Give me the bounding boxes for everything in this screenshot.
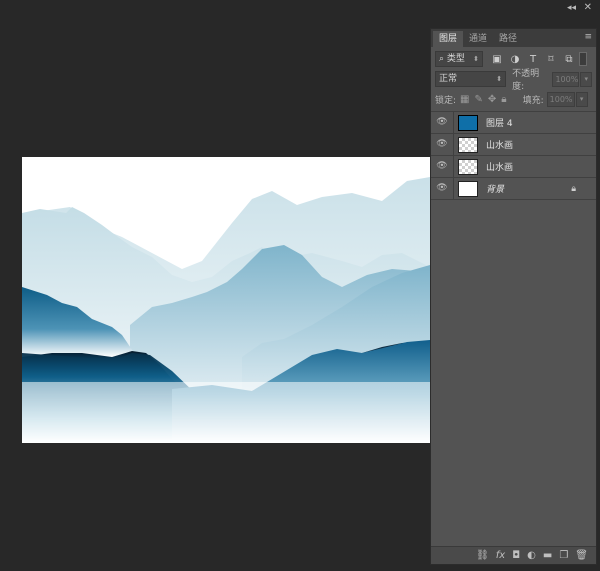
- collapse-panel-icon[interactable]: ◂◂: [567, 3, 576, 13]
- image-filter-icon[interactable]: ▣: [491, 54, 503, 65]
- lock-transparent-icon[interactable]: ▦: [460, 94, 469, 105]
- layer-name: 山水画: [486, 141, 514, 151]
- adjustment-icon[interactable]: ◐: [527, 550, 536, 561]
- layer-thumbnail: [458, 158, 478, 175]
- blend-mode-value: 正常: [439, 74, 458, 84]
- lock-row: 锁定: ▦ ✎ ✥ 🔒︎ 填充: 100% ▾: [431, 89, 596, 109]
- visibility-eye-icon[interactable]: 👁︎: [431, 156, 454, 177]
- tab-paths[interactable]: 路径: [493, 31, 523, 47]
- lock-all-icon[interactable]: 🔒︎: [501, 94, 506, 105]
- mask-icon[interactable]: ◘: [512, 550, 520, 561]
- fill-label: 填充:: [522, 95, 544, 106]
- layer-name: 山水画: [486, 163, 514, 173]
- layer-name: 图层 4: [486, 119, 513, 129]
- layer-row[interactable]: 👁︎ 山水画: [431, 155, 596, 177]
- group-folder-icon[interactable]: ▬: [543, 550, 552, 561]
- adjustment-filter-icon[interactable]: ◑: [509, 54, 521, 65]
- layer-thumbnail: [458, 180, 478, 197]
- panel-tabs: 图层 通道 路径 ≡: [431, 29, 596, 47]
- fill-slider-button[interactable]: ▾: [575, 91, 588, 107]
- new-layer-icon[interactable]: ❐: [559, 550, 568, 561]
- panel-menu-icon[interactable]: ≡: [584, 32, 592, 42]
- link-icon[interactable]: ⛓: [476, 550, 489, 561]
- panel-footer: ⛓ fx ◘ ◐ ▬ ❐ 🗑︎: [431, 546, 596, 564]
- filter-toggle[interactable]: [579, 52, 587, 66]
- trash-icon[interactable]: 🗑︎: [575, 550, 588, 561]
- filter-kind-label: 类型: [446, 54, 465, 64]
- lock-icons: ▦ ✎ ✥ 🔒︎: [460, 94, 507, 105]
- tab-channels[interactable]: 通道: [463, 31, 493, 47]
- panel-topbar: ◂◂ ✕: [431, 1, 598, 29]
- lock-label: 锁定:: [435, 95, 457, 106]
- close-panel-icon[interactable]: ✕: [584, 2, 592, 13]
- lock-icon: 🔒︎: [571, 183, 576, 194]
- layer-row[interactable]: 👁︎ 山水画: [431, 133, 596, 155]
- visibility-eye-icon[interactable]: 👁︎: [431, 134, 454, 155]
- search-icon: ⌕: [439, 54, 445, 64]
- smart-object-filter-icon[interactable]: ⧉: [563, 54, 575, 65]
- layers-list: 👁︎ 图层 4 👁︎ 山水画 👁︎ 山水画 👁︎ 背景 🔒︎: [431, 111, 596, 200]
- layer-row[interactable]: 👁︎ 图层 4: [431, 111, 596, 133]
- opacity-slider-button[interactable]: ▾: [580, 71, 592, 87]
- layer-thumbnail: [458, 114, 478, 131]
- shape-filter-icon[interactable]: ⌑: [545, 54, 557, 65]
- document-canvas[interactable]: [22, 157, 430, 443]
- fx-icon[interactable]: fx: [496, 550, 505, 561]
- layer-row[interactable]: 👁︎ 背景 🔒︎: [431, 177, 596, 200]
- visibility-eye-icon[interactable]: 👁︎: [431, 178, 454, 199]
- fill-input[interactable]: 100%: [546, 91, 575, 107]
- layer-name: 背景: [486, 185, 505, 195]
- layers-panel: ◂◂ ✕ 图层 通道 路径 ≡ ⌕ 类型 ⬍ ▣ ◑ T ⌑ ⧉ 正常 ⬍ 不透…: [430, 2, 597, 565]
- layer-thumbnail: [458, 136, 478, 153]
- chevron-down-icon: ⬍: [473, 55, 479, 63]
- visibility-eye-icon[interactable]: 👁︎: [431, 112, 454, 133]
- opacity-input[interactable]: 100%: [552, 71, 580, 87]
- chevron-down-icon: ⬍: [496, 75, 503, 83]
- lock-position-icon[interactable]: ✥: [488, 94, 496, 105]
- filter-kind-select[interactable]: ⌕ 类型 ⬍: [435, 51, 483, 67]
- lock-paint-icon[interactable]: ✎: [475, 94, 483, 105]
- blend-mode-select[interactable]: 正常 ⬍: [435, 71, 507, 87]
- blend-row: 正常 ⬍ 不透明度: 100% ▾: [431, 69, 596, 92]
- tab-layers[interactable]: 图层: [433, 31, 464, 47]
- type-filter-icon[interactable]: T: [527, 54, 539, 65]
- landscape-painting: [22, 157, 430, 443]
- filter-icons: ▣ ◑ T ⌑ ⧉: [491, 54, 575, 65]
